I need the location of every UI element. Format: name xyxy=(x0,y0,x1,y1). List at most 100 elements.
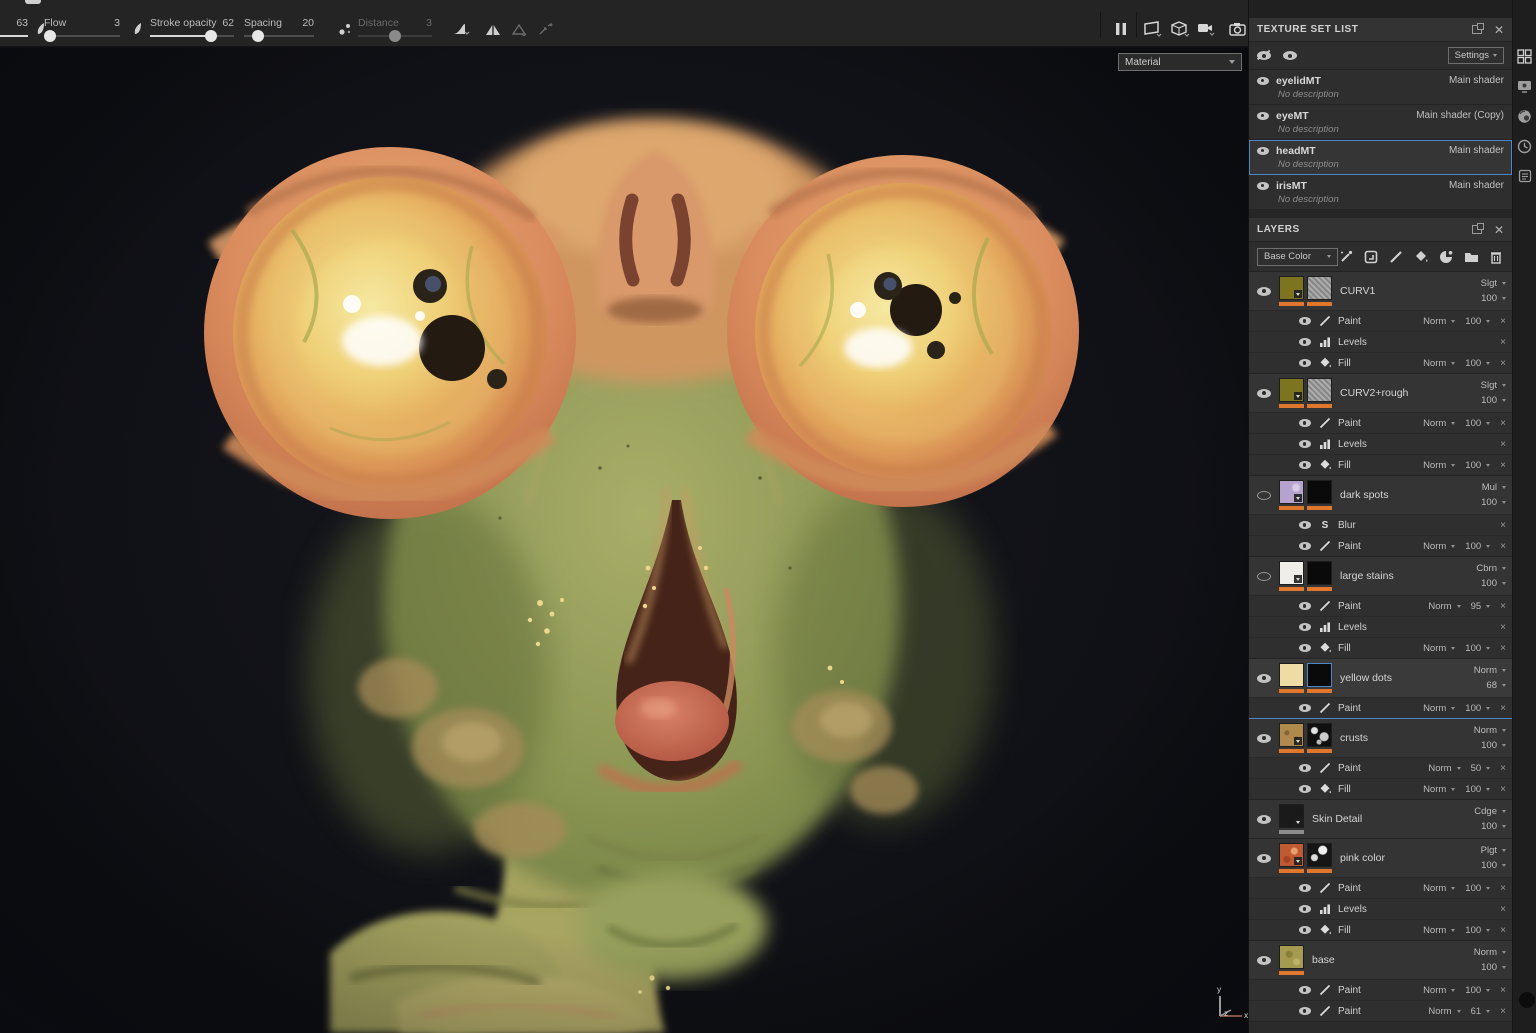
add-smart-mask-icon[interactable] xyxy=(1438,249,1454,265)
remove-effect-icon[interactable]: × xyxy=(1500,520,1506,531)
effect-opacity-dropdown[interactable]: 95 xyxy=(1471,601,1491,612)
layer-opacity-dropdown[interactable]: 100 xyxy=(1476,576,1506,591)
layer-effect-row[interactable]: S Fill Norm 100 × xyxy=(1249,454,1512,475)
effect-visibility-icon[interactable] xyxy=(1299,542,1311,550)
layer-blend-mode-dropdown[interactable]: Cdge xyxy=(1474,804,1506,819)
popout-panel-icon[interactable] xyxy=(1472,225,1482,234)
layer-thumbnail[interactable] xyxy=(1307,663,1332,693)
layer-visibility-icon[interactable] xyxy=(1257,674,1271,683)
flow-slider[interactable] xyxy=(44,30,56,42)
layer-effect-row[interactable]: S Fill Norm 100 × xyxy=(1249,637,1512,658)
effect-opacity-dropdown[interactable]: 100 xyxy=(1465,418,1490,429)
texture-set-visibility-icon[interactable] xyxy=(1257,147,1269,155)
effect-opacity-dropdown[interactable]: 100 xyxy=(1465,316,1490,327)
effect-visibility-icon[interactable] xyxy=(1299,986,1311,994)
effect-visibility-icon[interactable] xyxy=(1299,359,1311,367)
layer-visibility-icon[interactable] xyxy=(1257,491,1271,500)
layer-row[interactable]: Skin Detail Cdge 100 xyxy=(1249,800,1512,838)
layer-blend-mode-dropdown[interactable]: Plgt xyxy=(1481,843,1506,858)
effect-blend-mode-dropdown[interactable]: Norm xyxy=(1423,925,1455,936)
texture-set-shader[interactable]: Main shader xyxy=(1449,75,1504,86)
history-icon[interactable] xyxy=(1517,138,1533,154)
effect-visibility-icon[interactable] xyxy=(1299,926,1311,934)
layer-row[interactable]: large stains Cbrn 100 xyxy=(1249,557,1512,595)
layer-blend-mode-dropdown[interactable]: Mul xyxy=(1481,480,1506,495)
layer-effect-row[interactable]: S Paint Norm 61 × xyxy=(1249,1000,1512,1021)
effect-blend-mode-dropdown[interactable]: Norm xyxy=(1428,763,1460,774)
effect-blend-mode-dropdown[interactable]: Norm xyxy=(1423,784,1455,795)
texture-set-shader[interactable]: Main shader (Copy) xyxy=(1416,110,1504,121)
remove-effect-icon[interactable]: × xyxy=(1500,358,1506,369)
layer-opacity-dropdown[interactable]: 68 xyxy=(1474,678,1506,693)
effect-visibility-icon[interactable] xyxy=(1299,461,1311,469)
channel-selector-dropdown[interactable]: Base Color xyxy=(1257,248,1338,266)
layer-row[interactable]: dark spots Mul 100 xyxy=(1249,476,1512,514)
layer-row[interactable]: CURV1 Slgt 100 xyxy=(1249,272,1512,310)
add-fill-layer-icon[interactable] xyxy=(1413,249,1429,265)
layer-opacity-dropdown[interactable]: 100 xyxy=(1474,819,1506,834)
effect-visibility-icon[interactable] xyxy=(1299,317,1311,325)
effect-opacity-dropdown[interactable]: 100 xyxy=(1465,460,1490,471)
layer-visibility-icon[interactable] xyxy=(1257,815,1271,824)
layer-thumbnail[interactable] xyxy=(1279,276,1304,306)
effect-visibility-icon[interactable] xyxy=(1299,704,1311,712)
remove-effect-icon[interactable]: × xyxy=(1500,643,1506,654)
layer-effect-row[interactable]: S Fill Norm 100 × xyxy=(1249,919,1512,940)
effect-visibility-icon[interactable] xyxy=(1299,419,1311,427)
add-effect-icon[interactable] xyxy=(1338,249,1354,265)
display-settings-icon[interactable] xyxy=(1517,78,1533,94)
effect-visibility-icon[interactable] xyxy=(1299,644,1311,652)
layer-row[interactable]: crusts Norm 100 xyxy=(1249,719,1512,757)
layer-blend-mode-dropdown[interactable]: Slgt xyxy=(1481,276,1506,291)
effect-blend-mode-dropdown[interactable]: Norm xyxy=(1423,316,1455,327)
effect-visibility-icon[interactable] xyxy=(1299,764,1311,772)
remove-effect-icon[interactable]: × xyxy=(1500,418,1506,429)
layer-effect-row[interactable]: S Paint Norm 50 × xyxy=(1249,757,1512,778)
add-paint-layer-icon[interactable] xyxy=(1388,249,1404,265)
remove-effect-icon[interactable]: × xyxy=(1500,985,1506,996)
remove-effect-icon[interactable]: × xyxy=(1500,883,1506,894)
layer-row[interactable]: base Norm 100 xyxy=(1249,941,1512,979)
layer-opacity-dropdown[interactable]: 100 xyxy=(1474,738,1506,753)
effect-opacity-dropdown[interactable]: 100 xyxy=(1465,883,1490,894)
effect-visibility-icon[interactable] xyxy=(1299,623,1311,631)
effect-blend-mode-dropdown[interactable]: Norm xyxy=(1428,601,1460,612)
size-field[interactable]: 63 xyxy=(0,14,28,44)
layer-blend-mode-dropdown[interactable]: Slgt xyxy=(1481,378,1506,393)
layer-thumbnail[interactable] xyxy=(1307,276,1332,306)
effect-opacity-dropdown[interactable]: 100 xyxy=(1465,541,1490,552)
effect-blend-mode-dropdown[interactable]: Norm xyxy=(1423,541,1455,552)
display-mode-icon[interactable] xyxy=(1142,18,1164,40)
layer-thumbnail[interactable] xyxy=(1279,804,1304,834)
texture-set-visibility-icon[interactable] xyxy=(1257,112,1269,120)
effect-blend-mode-dropdown[interactable]: Norm xyxy=(1423,883,1455,894)
remove-effect-icon[interactable]: × xyxy=(1500,703,1506,714)
effect-opacity-dropdown[interactable]: 100 xyxy=(1465,703,1490,714)
effect-opacity-dropdown[interactable]: 61 xyxy=(1471,1006,1491,1017)
effect-opacity-dropdown[interactable]: 100 xyxy=(1465,358,1490,369)
remove-effect-icon[interactable]: × xyxy=(1500,925,1506,936)
remove-effect-icon[interactable]: × xyxy=(1500,541,1506,552)
layer-thumbnail[interactable] xyxy=(1279,945,1304,975)
shader-settings-icon[interactable] xyxy=(1517,108,1533,124)
stroke-opacity-field[interactable]: Stroke opacity 62 xyxy=(150,14,234,44)
add-smart-material-icon[interactable] xyxy=(1363,249,1379,265)
layer-opacity-dropdown[interactable]: 100 xyxy=(1481,393,1506,408)
close-panel-icon[interactable]: ✕ xyxy=(1494,224,1504,236)
show-all-eye-icon[interactable] xyxy=(1283,51,1297,60)
layer-opacity-dropdown[interactable]: 100 xyxy=(1481,291,1506,306)
layer-visibility-icon[interactable] xyxy=(1257,572,1271,581)
layer-row[interactable]: pink color Plgt 100 xyxy=(1249,839,1512,877)
screenshot-icon[interactable] xyxy=(1226,18,1248,40)
log-icon[interactable] xyxy=(1517,168,1533,184)
layer-opacity-dropdown[interactable]: 100 xyxy=(1481,858,1506,873)
effect-blend-mode-dropdown[interactable]: Norm xyxy=(1428,1006,1460,1017)
remove-effect-icon[interactable]: × xyxy=(1500,439,1506,450)
effect-opacity-dropdown[interactable]: 100 xyxy=(1465,925,1490,936)
effect-visibility-icon[interactable] xyxy=(1299,905,1311,913)
layer-thumbnail[interactable] xyxy=(1307,723,1332,753)
layer-opacity-dropdown[interactable]: 100 xyxy=(1474,960,1506,975)
layer-effect-row[interactable]: S Levels × xyxy=(1249,898,1512,919)
effect-opacity-dropdown[interactable]: 100 xyxy=(1465,643,1490,654)
remove-effect-icon[interactable]: × xyxy=(1500,763,1506,774)
